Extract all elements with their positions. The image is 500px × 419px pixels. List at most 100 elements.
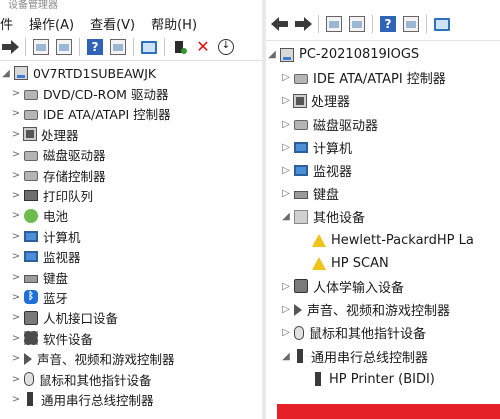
tree-item[interactable]: > 处理器 (0, 124, 262, 144)
collapse-icon[interactable]: ◢ (280, 211, 292, 222)
tree-item[interactable]: ▷ 计算机 (266, 136, 500, 159)
collapse-icon[interactable]: ◢ (0, 68, 12, 79)
tree-item[interactable]: > 鼠标和其他指针设备 (0, 369, 262, 389)
tree-item-label: 通用串行总线控制器 (41, 392, 154, 408)
tree-item[interactable]: ▷ 声音、视频和游戏控制器 (266, 298, 500, 321)
tree-item[interactable]: > IDE ATA/ATAPI 控制器 (0, 104, 262, 124)
processor-icon (293, 93, 307, 108)
tree-item[interactable]: ▷ 监视器 (266, 159, 500, 182)
tree-item[interactable]: > 监视器 (0, 247, 262, 267)
usb-icon (297, 349, 303, 364)
tree-item[interactable]: > 软件设备 (0, 328, 262, 348)
expand-icon[interactable]: ▷ (280, 165, 292, 176)
bluetooth-icon: ᛒ (24, 290, 38, 305)
expand-icon[interactable]: ▷ (280, 304, 292, 315)
uninstall-x-icon[interactable]: ✕ (195, 39, 211, 55)
tree-item-label: HP Printer (BIDI) (329, 371, 435, 387)
ide-controller-icon (294, 73, 308, 84)
menu-help[interactable]: 帮助(H) (151, 14, 197, 33)
download-driver-icon[interactable]: ↓ (218, 39, 234, 55)
tree-item-label: 人体学输入设备 (313, 280, 405, 296)
tree-item[interactable]: ▷ IDE ATA/ATAPI 控制器 (266, 66, 500, 89)
tree-item[interactable]: > 人机接口设备 (0, 308, 262, 328)
window-icon[interactable] (33, 39, 49, 55)
tree-item[interactable]: ▷ 鼠标和其他指针设备 (266, 321, 500, 344)
expand-icon[interactable]: > (10, 353, 22, 364)
expand-icon[interactable]: > (10, 312, 22, 323)
window-icon[interactable] (110, 39, 126, 55)
expand-icon[interactable]: > (10, 251, 22, 262)
tree-item-label: 监视器 (43, 250, 81, 266)
scan-hardware-icon[interactable] (172, 39, 188, 55)
tree-item-label: 其他设备 (313, 211, 366, 227)
help-icon[interactable]: ? (87, 39, 103, 55)
back-arrow-icon[interactable] (272, 16, 288, 32)
tree-item[interactable]: HP Printer (BIDI) (266, 368, 500, 391)
other-devices-icon (294, 209, 308, 224)
expand-icon[interactable]: > (10, 190, 22, 201)
expand-icon[interactable]: ▷ (280, 95, 292, 106)
expand-icon[interactable]: > (10, 292, 22, 303)
expand-icon[interactable]: > (10, 231, 22, 242)
speaker-icon (294, 303, 302, 316)
tree-item[interactable]: ▷ 磁盘驱动器 (266, 113, 500, 136)
expand-icon[interactable]: > (10, 333, 22, 344)
expand-icon[interactable]: ▷ (280, 119, 292, 130)
tree-item-label: 键盘 (313, 188, 340, 204)
monitor-icon[interactable] (434, 17, 450, 31)
tree-root[interactable]: ◢ PC-20210819IOGS (266, 43, 500, 66)
expand-icon[interactable]: ▷ (280, 281, 292, 292)
expand-icon[interactable]: > (10, 129, 22, 140)
window-icon[interactable] (403, 16, 419, 32)
expand-icon[interactable]: > (10, 394, 22, 405)
monitor-icon[interactable] (141, 40, 157, 54)
tree-item[interactable]: > 键盘 (0, 267, 262, 287)
collapse-icon[interactable]: ◢ (280, 351, 292, 362)
expand-icon[interactable]: ▷ (280, 142, 292, 153)
toolbar: ? (266, 8, 500, 41)
collapse-icon[interactable]: ◢ (266, 49, 278, 60)
tree-item[interactable]: > 通用串行总线控制器 (0, 389, 262, 409)
device-tree: ◢ PC-20210819IOGS ▷ IDE ATA/ATAPI 控制器 ▷ 处理器… (266, 41, 500, 391)
tree-item[interactable]: > 声音、视频和游戏控制器 (0, 348, 262, 368)
tree-item[interactable]: HP SCAN (266, 252, 500, 275)
expand-icon[interactable]: > (10, 272, 22, 283)
help-icon[interactable]: ? (380, 16, 396, 32)
menu-view[interactable]: 查看(V) (90, 14, 135, 33)
window-icon[interactable] (326, 16, 342, 32)
expand-icon[interactable]: > (10, 374, 22, 385)
tree-item[interactable]: > 打印队列 (0, 185, 262, 205)
expand-icon[interactable]: ▷ (280, 327, 292, 338)
menu-action[interactable]: 操作(A) (29, 14, 74, 33)
keyboard-icon (24, 274, 38, 283)
tree-item[interactable]: ▷ 处理器 (266, 89, 500, 112)
tree-root[interactable]: ◢ 0V7RTD1SUBEAWJK (0, 63, 262, 83)
tree-item[interactable]: ▷ 键盘 (266, 182, 500, 205)
tree-item-label: 计算机 (313, 141, 353, 157)
window-title: 设备管理器 (8, 0, 58, 11)
expand-icon[interactable]: > (10, 170, 22, 181)
tree-item[interactable]: > 磁盘驱动器 (0, 145, 262, 165)
expand-icon[interactable]: > (10, 108, 22, 119)
tree-item-label: 电池 (43, 209, 69, 225)
properties-icon[interactable] (56, 39, 72, 55)
tree-item[interactable]: Hewlett-PackardHP La (266, 229, 500, 252)
menu-file-partial[interactable]: 件 (0, 14, 13, 33)
forward-arrow-icon[interactable] (295, 16, 312, 32)
expand-icon[interactable]: ▷ (280, 188, 292, 199)
tree-item[interactable]: > ᛒ 蓝牙 (0, 287, 262, 307)
tree-item[interactable]: > 计算机 (0, 226, 262, 246)
tree-item[interactable]: > DVD/CD-ROM 驱动器 (0, 83, 262, 103)
tree-item[interactable]: ◢ 其他设备 (266, 205, 500, 228)
tree-item[interactable]: > 电池 (0, 206, 262, 226)
tree-item[interactable]: ▷ 人体学输入设备 (266, 275, 500, 298)
expand-icon[interactable]: > (10, 210, 22, 221)
expand-icon[interactable]: > (10, 149, 22, 160)
mouse-icon (294, 325, 304, 340)
properties-icon[interactable] (349, 16, 365, 32)
forward-arrow-icon[interactable] (2, 39, 19, 55)
tree-item[interactable]: > 存储控制器 (0, 165, 262, 185)
expand-icon[interactable]: > (10, 88, 22, 99)
expand-icon[interactable]: ▷ (280, 72, 292, 83)
tree-item[interactable]: ◢ 通用串行总线控制器 (266, 344, 500, 367)
